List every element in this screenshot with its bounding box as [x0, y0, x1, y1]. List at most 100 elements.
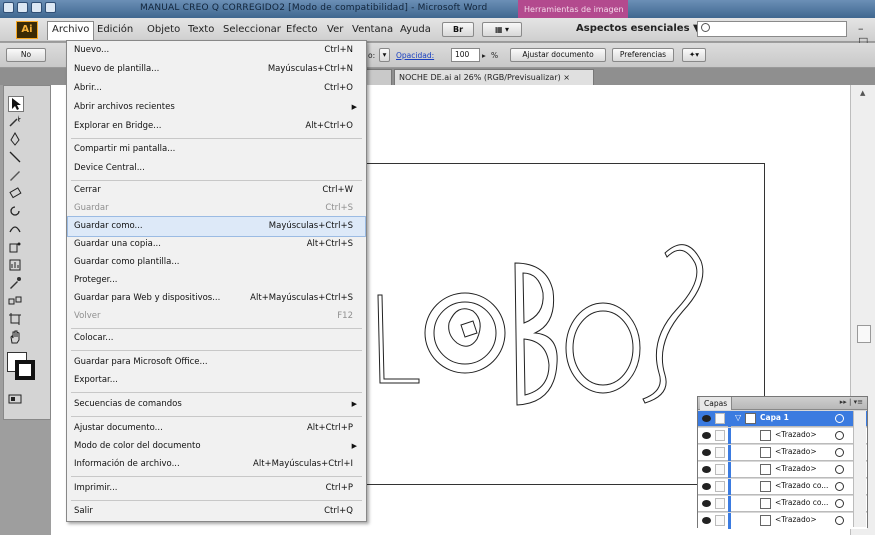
selection-status[interactable]: No — [6, 48, 46, 62]
layer-row[interactable]: <Trazado> — [698, 513, 867, 529]
lock-toggle[interactable] — [715, 413, 725, 424]
menu-ayuda[interactable]: Ayuda — [397, 22, 434, 37]
visibility-eye-icon[interactable] — [702, 432, 711, 439]
scrollbar-thumb[interactable] — [857, 325, 871, 343]
opacity-label[interactable]: Opacidad: — [396, 51, 434, 60]
menu-item-salir[interactable]: Salir Ctrl+Q — [68, 502, 365, 521]
layers-scrollbar[interactable] — [853, 411, 866, 527]
artboard-tool-icon[interactable] — [8, 312, 24, 328]
target-circle-icon[interactable] — [835, 431, 844, 440]
menu-item-informacion-archivo[interactable]: Información de archivo... Alt+Mayúsculas+… — [68, 455, 365, 474]
opacity-field[interactable]: 100 — [451, 48, 480, 62]
menu-item-exportar[interactable]: Exportar... — [68, 371, 365, 390]
menu-item-proteger[interactable]: Proteger... — [68, 271, 365, 290]
menu-ver[interactable]: Ver — [324, 22, 346, 37]
menu-item-abrir[interactable]: Abrir... Ctrl+O — [68, 79, 365, 98]
lock-toggle[interactable] — [715, 515, 725, 526]
target-circle-icon[interactable] — [835, 499, 844, 508]
selection-tool-icon[interactable] — [8, 96, 24, 112]
menu-archivo[interactable]: Archivo — [47, 21, 95, 40]
menu-item-guardar[interactable]: Guardar Ctrl+S — [68, 199, 365, 218]
menu-item-guardar-como[interactable]: Guardar como... Mayúsculas+Ctrl+S — [67, 216, 366, 237]
menu-ventana[interactable]: Ventana — [349, 22, 396, 37]
target-circle-icon[interactable] — [835, 482, 844, 491]
layer-row[interactable]: <Trazado> — [698, 445, 867, 461]
layer-row[interactable]: <Trazado> — [698, 428, 867, 444]
lock-toggle[interactable] — [715, 481, 725, 492]
rotate-tool-icon[interactable] — [8, 204, 24, 220]
workspace-switcher[interactable]: Aspectos esenciales ▼ — [576, 23, 701, 34]
menu-item-ajustar-documento[interactable]: Ajustar documento... Alt+Ctrl+P — [68, 419, 365, 438]
visibility-eye-icon[interactable] — [702, 483, 711, 490]
hand-tool-icon[interactable] — [8, 330, 24, 346]
target-circle-icon[interactable] — [835, 516, 844, 525]
warp-tool-icon[interactable] — [8, 222, 24, 238]
save-icon[interactable] — [17, 2, 28, 13]
visibility-eye-icon[interactable] — [702, 500, 711, 507]
menu-item-explorar-bridge[interactable]: Explorar en Bridge... Alt+Ctrl+O — [68, 117, 365, 136]
target-circle-icon[interactable] — [835, 465, 844, 474]
redo-icon[interactable] — [45, 2, 56, 13]
fit-document-button[interactable]: Ajustar documento — [510, 48, 606, 62]
graph-tool-icon[interactable] — [8, 258, 24, 274]
line-tool-icon[interactable] — [8, 150, 24, 166]
layer-row-capa-1[interactable]: ▽ Capa 1 — [698, 411, 867, 427]
menu-item-colocar[interactable]: Colocar... — [68, 329, 365, 348]
menu-item-guardar-plantilla[interactable]: Guardar como plantilla... — [68, 253, 365, 272]
target-circle-icon[interactable] — [835, 448, 844, 457]
menu-item-device-central[interactable]: Device Central... — [68, 159, 365, 178]
lock-toggle[interactable] — [715, 447, 725, 458]
layer-row[interactable]: <Trazado co... — [698, 479, 867, 495]
menu-item-cerrar[interactable]: Cerrar Ctrl+W — [68, 181, 365, 200]
menu-texto[interactable]: Texto — [185, 22, 217, 37]
menu-item-nuevo-de-plantilla[interactable]: Nuevo de plantilla... Mayúsculas+Ctrl+N — [68, 60, 365, 79]
magic-wand-icon[interactable] — [8, 114, 24, 130]
blend-tool-icon[interactable] — [8, 294, 24, 310]
word-icon[interactable] — [3, 2, 14, 13]
style-dropdown[interactable]: ▾ — [379, 48, 390, 62]
undo-icon[interactable] — [31, 2, 42, 13]
lock-toggle[interactable] — [715, 430, 725, 441]
lock-toggle[interactable] — [715, 464, 725, 475]
tab-capas[interactable]: Capas — [700, 397, 733, 410]
panel-menu-icon[interactable]: ▸▸ | ▾≡ — [840, 398, 863, 406]
quick-access-toolbar[interactable] — [3, 2, 56, 13]
bridge-button[interactable]: Br — [442, 22, 474, 37]
menu-item-nuevo[interactable]: Nuevo... Ctrl+N — [68, 41, 365, 60]
menu-edicion[interactable]: Edición — [94, 22, 136, 37]
menu-item-guardar-copia[interactable]: Guardar una copia... Alt+Ctrl+S — [68, 235, 365, 254]
opacity-arrow-icon[interactable]: ▸ — [482, 51, 486, 60]
visibility-eye-icon[interactable] — [702, 449, 711, 456]
lock-toggle[interactable] — [715, 498, 725, 509]
visibility-eye-icon[interactable] — [702, 466, 711, 473]
layer-row[interactable]: <Trazado> — [698, 462, 867, 478]
layer-row[interactable]: <Trazado co... — [698, 496, 867, 512]
eyedropper-tool-icon[interactable] — [8, 276, 24, 292]
menu-item-compartir-pantalla[interactable]: Compartir mi pantalla... — [68, 140, 365, 159]
stroke-swatch[interactable] — [15, 360, 35, 380]
pencil-tool-icon[interactable] — [8, 168, 24, 184]
menu-item-secuencias[interactable]: Secuencias de comandos ▶ — [68, 395, 365, 414]
eraser-tool-icon[interactable] — [8, 186, 24, 202]
visibility-eye-icon[interactable] — [702, 517, 711, 524]
expand-triangle-icon[interactable]: ▽ — [735, 413, 741, 422]
menu-item-guardar-office[interactable]: Guardar para Microsoft Office... — [68, 353, 365, 372]
menu-efecto[interactable]: Efecto — [283, 22, 321, 37]
menu-item-guardar-web[interactable]: Guardar para Web y dispositivos... Alt+Ma… — [68, 289, 365, 308]
menu-item-volver[interactable]: Volver F12 — [68, 307, 365, 326]
target-circle-icon[interactable] — [835, 414, 844, 423]
arrange-documents-button[interactable]: ▦ ▾ — [482, 22, 522, 37]
pen-tool-icon[interactable] — [8, 131, 24, 148]
menu-item-modo-color[interactable]: Modo de color del documento ▶ — [68, 437, 365, 456]
scroll-up-icon[interactable]: ▲ — [860, 89, 865, 97]
screen-mode-icon[interactable] — [8, 392, 24, 408]
preferences-button[interactable]: Preferencias — [612, 48, 674, 62]
visibility-eye-icon[interactable] — [702, 415, 711, 422]
menu-item-imprimir[interactable]: Imprimir... Ctrl+P — [68, 479, 365, 498]
search-input[interactable] — [697, 21, 847, 37]
menu-seleccionar[interactable]: Seleccionar — [220, 22, 284, 37]
symbol-sprayer-icon[interactable] — [8, 240, 24, 256]
tab-noche-de[interactable]: NOCHE DE.ai al 26% (RGB/Previsualizar) × — [394, 69, 594, 85]
menu-item-abrir-recientes[interactable]: Abrir archivos recientes ▶ — [68, 98, 365, 117]
arrange-icon-button[interactable]: ✦▾ — [682, 48, 706, 62]
